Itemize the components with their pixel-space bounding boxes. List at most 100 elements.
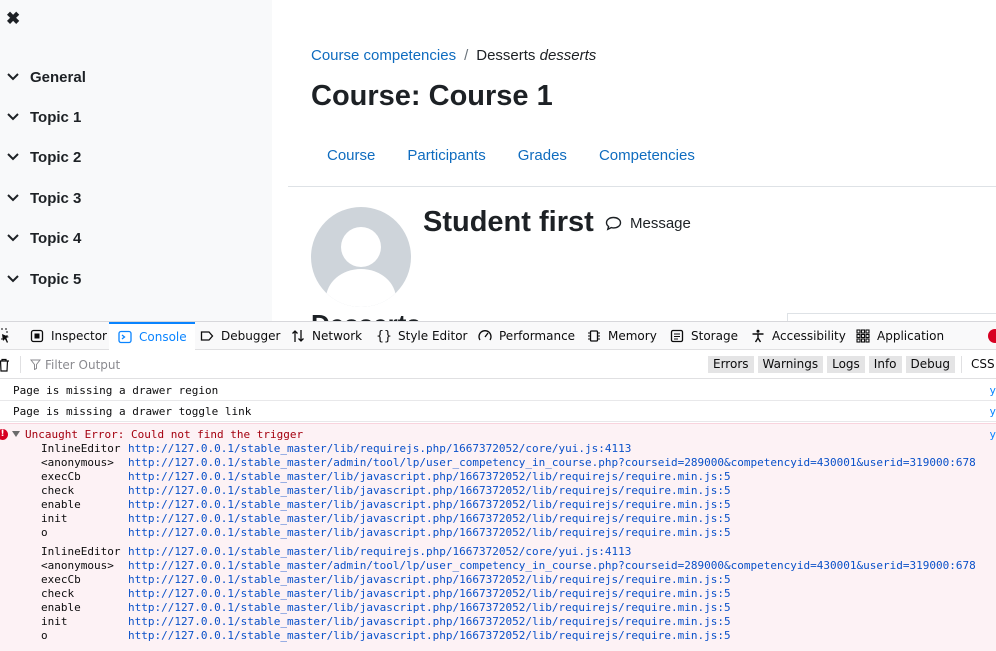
stack-frame: <anonymous> http://127.0.0.1/stable_maste… — [0, 456, 996, 470]
tab-course[interactable]: Course — [311, 146, 391, 166]
frame-location-link[interactable]: http://127.0.0.1/stable_master/lib/javas… — [128, 484, 731, 497]
tab-label: Memory — [608, 329, 657, 343]
frame-location-link[interactable]: http://127.0.0.1/stable_master/lib/javas… — [128, 526, 731, 539]
trash-icon[interactable] — [0, 357, 10, 376]
frame-location-link[interactable]: http://127.0.0.1/stable_master/lib/javas… — [128, 629, 731, 642]
frame-location-link[interactable]: http://127.0.0.1/stable_master/lib/requi… — [128, 545, 631, 558]
tab-performance[interactable]: Performance — [477, 322, 575, 350]
filter-errors-button[interactable]: Errors — [708, 356, 754, 373]
message-text: Page is missing a drawer region — [13, 384, 219, 397]
element-picker-icon[interactable] — [0, 328, 10, 348]
avatar-body — [326, 269, 396, 307]
message-source-link[interactable]: y — [989, 405, 996, 418]
frame-function: enable — [41, 601, 81, 614]
toolbar-divider — [20, 356, 21, 373]
section-label: General — [30, 68, 86, 86]
course-index-drawer: ✖ General Topic 1 Topic 2 Topic 3 Topic … — [0, 0, 272, 321]
frame-location-link[interactable]: http://127.0.0.1/stable_master/lib/javas… — [128, 615, 731, 628]
tab-competencies[interactable]: Competencies — [583, 146, 711, 166]
frame-location-link[interactable]: http://127.0.0.1/stable_master/lib/javas… — [128, 498, 731, 511]
tab-style-editor[interactable]: {} Style Editor — [376, 322, 467, 350]
chevron-down-icon — [6, 150, 20, 164]
stack-frame: enable http://127.0.0.1/stable_master/lib… — [0, 498, 996, 512]
stack-frame: check http://127.0.0.1/stable_master/lib/… — [0, 587, 996, 601]
console-output: Page is missing a drawer region y Page i… — [0, 380, 996, 651]
section-label: Topic 5 — [30, 270, 82, 288]
stack-frame: enable http://127.0.0.1/stable_master/lib… — [0, 601, 996, 615]
filter-input[interactable]: Filter Output — [30, 356, 330, 373]
section-item-topic-3[interactable]: Topic 3 — [6, 187, 81, 209]
accessibility-icon — [750, 328, 766, 344]
message-button[interactable]: Message — [605, 215, 691, 232]
course-page: ✖ General Topic 1 Topic 2 Topic 3 Topic … — [0, 0, 996, 321]
tab-network[interactable]: Network — [290, 322, 362, 350]
frame-location-link[interactable]: http://127.0.0.1/stable_master/lib/requi… — [128, 442, 631, 455]
tab-inspector[interactable]: Inspector — [29, 322, 107, 350]
section-item-topic-1[interactable]: Topic 1 — [6, 106, 81, 128]
stack-frame: check http://127.0.0.1/stable_master/lib/… — [0, 484, 996, 498]
section-item-topic-2[interactable]: Topic 2 — [6, 146, 81, 168]
tab-label: Application — [877, 329, 945, 343]
frame-location-link[interactable]: http://127.0.0.1/stable_master/lib/javas… — [128, 573, 731, 586]
console-message: Page is missing a drawer toggle link y — [0, 401, 996, 422]
tab-storage[interactable]: Storage — [669, 322, 738, 350]
error-source-link[interactable]: y — [989, 428, 996, 441]
frame-function: execCb — [41, 470, 81, 483]
stack-frame: execCb http://127.0.0.1/stable_master/lib… — [0, 470, 996, 484]
frame-function: enable — [41, 498, 81, 511]
filter-logs-button[interactable]: Logs — [827, 356, 865, 373]
frame-location-link[interactable]: http://127.0.0.1/stable_master/lib/javas… — [128, 512, 731, 525]
tab-console[interactable]: Console — [109, 322, 195, 350]
console-message: Page is missing a drawer region y — [0, 380, 996, 401]
tab-grades[interactable]: Grades — [502, 146, 583, 166]
breadcrumb-link[interactable]: Course competencies — [311, 47, 456, 64]
stack-frame: init http://127.0.0.1/stable_master/lib/j… — [0, 512, 996, 526]
message-icon — [605, 216, 622, 231]
page-title: Course: Course 1 — [311, 80, 553, 112]
tab-label: Performance — [499, 329, 576, 343]
frame-function: execCb — [41, 573, 81, 586]
filter-debug-button[interactable]: Debug — [905, 356, 955, 373]
frame-location-link[interactable]: http://127.0.0.1/stable_master/admin/too… — [128, 456, 976, 469]
storage-icon — [669, 328, 685, 344]
filter-warnings-button[interactable]: Warnings — [757, 356, 824, 373]
frame-location-link[interactable]: http://127.0.0.1/stable_master/lib/javas… — [128, 601, 731, 614]
chevron-down-icon — [6, 231, 20, 245]
breadcrumb-current-prefix: Desserts — [476, 47, 536, 64]
frame-location-link[interactable]: http://127.0.0.1/stable_master/lib/javas… — [128, 587, 731, 600]
tab-accessibility[interactable]: Accessibility — [750, 322, 846, 350]
stack-frame: InlineEditor http://127.0.0.1/stable_mast… — [0, 545, 996, 559]
frame-function: check — [41, 587, 75, 600]
tab-label: Debugger — [221, 329, 281, 343]
filter-info-button[interactable]: Info — [868, 356, 902, 373]
section-item-topic-5[interactable]: Topic 5 — [6, 268, 81, 290]
tab-memory[interactable]: Memory — [586, 322, 657, 350]
avatar-head — [341, 227, 381, 267]
avatar[interactable] — [311, 207, 411, 307]
debugger-icon — [199, 328, 215, 344]
tab-application[interactable]: Application — [855, 322, 944, 350]
frame-location-link[interactable]: http://127.0.0.1/stable_master/admin/too… — [128, 559, 976, 572]
content-box — [787, 313, 996, 321]
section-item-general[interactable]: General — [6, 66, 86, 88]
error-count-icon[interactable] — [988, 329, 996, 343]
section-item-topic-4[interactable]: Topic 4 — [6, 227, 81, 249]
tab-label: Style Editor — [398, 329, 468, 343]
expand-toggle-icon[interactable] — [12, 431, 20, 437]
frame-function: InlineEditor — [41, 545, 121, 558]
course-tabs: Course Participants Grades Competencies — [311, 146, 711, 166]
tab-participants[interactable]: Participants — [391, 146, 501, 166]
filter-css-button[interactable]: CSS — [966, 356, 996, 373]
stack-trace: InlineEditor http://127.0.0.1/stable_mast… — [0, 545, 996, 643]
chevron-down-icon — [6, 70, 20, 84]
stack-frame: <anonymous> http://127.0.0.1/stable_maste… — [0, 559, 996, 573]
close-icon[interactable]: ✖ — [6, 10, 22, 28]
error-icon: ! — [0, 429, 8, 440]
message-source-link[interactable]: y — [989, 384, 996, 397]
frame-location-link[interactable]: http://127.0.0.1/stable_master/lib/javas… — [128, 470, 731, 483]
breadcrumb-current: Desserts desserts — [476, 47, 596, 64]
console-filter-bar: Filter Output Errors Warnings Logs Info … — [0, 350, 996, 379]
tab-label: Network — [312, 329, 363, 343]
breadcrumb-current-italic: desserts — [539, 47, 597, 64]
tab-debugger[interactable]: Debugger — [199, 322, 280, 350]
